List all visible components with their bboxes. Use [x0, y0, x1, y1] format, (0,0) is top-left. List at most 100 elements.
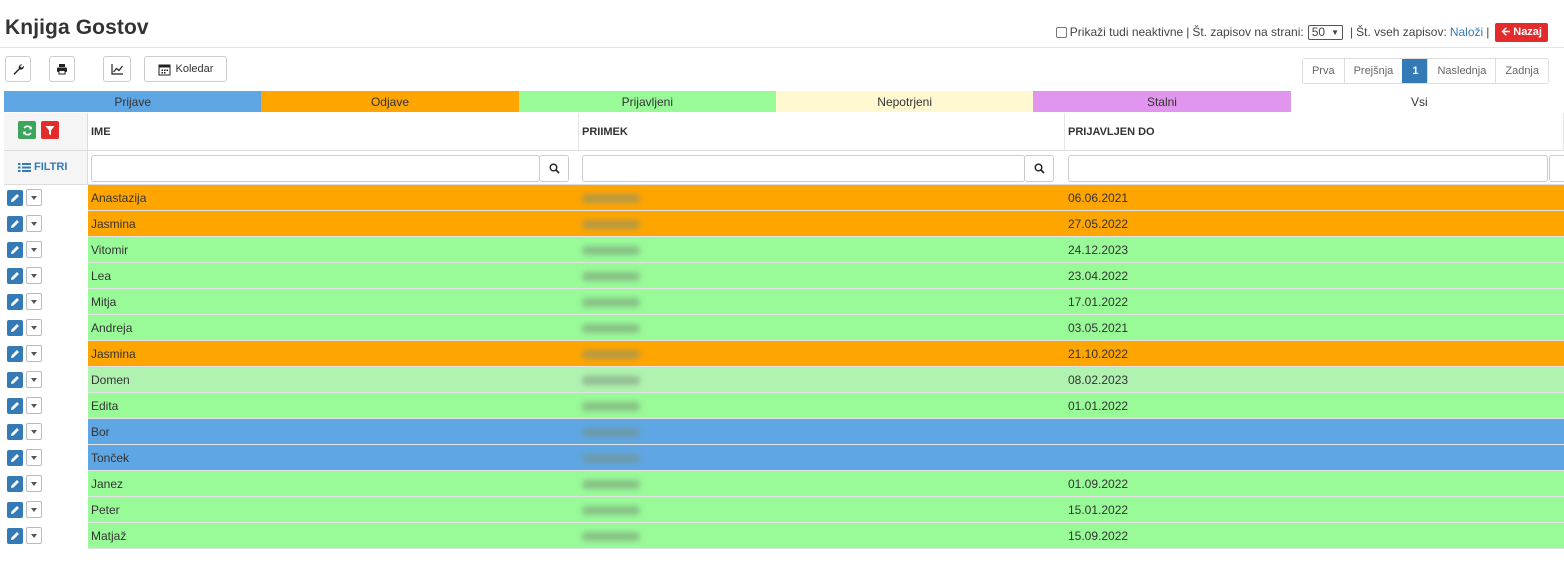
table-row[interactable]: Domen 08.02.2023	[4, 367, 1564, 393]
edit-button[interactable]	[7, 398, 23, 414]
table-body: Anastazija 06.06.2021 Jasmina 27.05.2022 Vit…	[4, 185, 1564, 549]
row-menu-dropdown[interactable]	[26, 423, 42, 440]
load-total-link[interactable]: Naloži	[1450, 25, 1483, 39]
edit-button[interactable]	[7, 190, 23, 206]
per-page-value: 50	[1311, 25, 1326, 39]
row-actions	[4, 263, 88, 289]
caret-down-icon	[31, 481, 37, 486]
edit-button[interactable]	[7, 476, 23, 492]
redacted-surname	[582, 219, 640, 229]
caret-down-icon	[31, 247, 37, 252]
cell-ime: Lea	[91, 269, 112, 283]
cell-priimek	[579, 523, 1065, 549]
row-menu-dropdown[interactable]	[26, 475, 42, 492]
column-header-priimek[interactable]: PRIIMEK	[579, 113, 1065, 150]
row-menu-dropdown[interactable]	[26, 241, 42, 258]
edit-button[interactable]	[7, 502, 23, 518]
page-last[interactable]: Zadnja	[1495, 59, 1548, 83]
table-row[interactable]: Bor	[4, 419, 1564, 445]
status-tab-odjave[interactable]: Odjave	[261, 91, 519, 112]
edit-button[interactable]	[7, 424, 23, 440]
row-menu-dropdown[interactable]	[26, 345, 42, 362]
table-row[interactable]: Lea 23.04.2022	[4, 263, 1564, 289]
edit-button[interactable]	[7, 528, 23, 544]
row-menu-dropdown[interactable]	[26, 371, 42, 388]
edit-button[interactable]	[7, 294, 23, 310]
prijavljen-do-filter-button[interactable]	[1549, 155, 1564, 182]
page-first[interactable]: Prva	[1302, 59, 1344, 83]
list-icon	[18, 162, 31, 172]
row-menu-dropdown[interactable]	[26, 215, 42, 232]
pencil-icon	[11, 246, 19, 254]
table-row[interactable]: Janez 01.09.2022	[4, 471, 1564, 497]
edit-button[interactable]	[7, 372, 23, 388]
row-menu-dropdown[interactable]	[26, 293, 42, 310]
column-header-ime[interactable]: IME	[88, 113, 579, 150]
column-header-prijavljen-do[interactable]: PRIJAVLJEN DO	[1065, 113, 1564, 150]
cell-priimek	[579, 393, 1065, 419]
pencil-icon	[11, 220, 19, 228]
table-row[interactable]: Peter 15.01.2022	[4, 497, 1564, 523]
cell-ime: Janez	[91, 477, 124, 491]
table-row[interactable]: Anastazija 06.06.2021	[4, 185, 1564, 211]
edit-button[interactable]	[7, 242, 23, 258]
table-row[interactable]: Matjaž 15.09.2022	[4, 523, 1564, 549]
clear-filter-button[interactable]	[41, 121, 59, 139]
row-menu-dropdown[interactable]	[26, 267, 42, 284]
table-row[interactable]: Jasmina 27.05.2022	[4, 211, 1564, 237]
prijavljen-do-filter-input[interactable]	[1068, 155, 1548, 182]
edit-button[interactable]	[7, 320, 23, 336]
priimek-filter-input[interactable]	[582, 155, 1025, 182]
filter-row: FILTRI	[4, 151, 1564, 185]
back-button[interactable]: 🡨 Nazaj	[1495, 22, 1548, 42]
row-menu-dropdown[interactable]	[26, 397, 42, 414]
table-row[interactable]: Edita 01.01.2022	[4, 393, 1564, 419]
page-current[interactable]: 1	[1402, 59, 1428, 83]
edit-button[interactable]	[7, 450, 23, 466]
edit-button[interactable]	[7, 216, 23, 232]
row-actions	[4, 367, 88, 393]
separator: |	[1349, 25, 1354, 39]
per-page-select[interactable]: 50 ▼	[1307, 24, 1343, 40]
row-menu-dropdown[interactable]	[26, 189, 42, 206]
cell-priimek	[579, 367, 1065, 393]
settings-button[interactable]	[5, 56, 31, 82]
cell-ime: Andreja	[91, 321, 133, 335]
cell-prijavljen-do: 15.01.2022	[1068, 503, 1129, 517]
page-previous[interactable]: Prejšnja	[1343, 59, 1403, 83]
row-actions	[4, 419, 88, 445]
show-inactive-checkbox[interactable]	[1055, 26, 1067, 38]
status-tab-stalni[interactable]: Stalni	[1033, 91, 1291, 112]
page-next[interactable]: Naslednja	[1427, 59, 1496, 83]
calendar-button[interactable]: Koledar	[144, 56, 227, 82]
filters-toggle[interactable]: FILTRI	[18, 161, 67, 173]
refresh-button[interactable]	[18, 121, 36, 139]
pencil-icon	[11, 298, 19, 306]
cell-prijavljen-do: 01.09.2022	[1068, 477, 1129, 491]
row-menu-dropdown[interactable]	[26, 527, 42, 544]
table-row[interactable]: Vitomir 24.12.2023	[4, 237, 1564, 263]
table-row[interactable]: Tonček	[4, 445, 1564, 471]
status-tab-vsi[interactable]: Vsi	[1290, 91, 1548, 112]
priimek-search-button[interactable]	[1024, 155, 1054, 182]
row-actions	[4, 289, 88, 315]
row-menu-dropdown[interactable]	[26, 449, 42, 466]
refresh-icon	[22, 125, 32, 135]
ime-search-button[interactable]	[539, 155, 569, 182]
status-tab-prijave[interactable]: Prijave	[4, 91, 262, 112]
status-tab-prijavljeni[interactable]: Prijavljeni	[518, 91, 776, 112]
table-row[interactable]: Mitja 17.01.2022	[4, 289, 1564, 315]
print-button[interactable]	[49, 56, 75, 82]
table-row[interactable]: Jasmina 21.10.2022	[4, 341, 1564, 367]
line-chart-icon	[110, 64, 123, 75]
show-inactive-label[interactable]: Prikaži tudi neaktivne	[1070, 25, 1183, 39]
row-menu-dropdown[interactable]	[26, 319, 42, 336]
status-tab-nepotrjeni[interactable]: Nepotrjeni	[775, 91, 1034, 112]
cell-ime: Peter	[91, 503, 120, 517]
ime-filter-input[interactable]	[91, 155, 540, 182]
edit-button[interactable]	[7, 268, 23, 284]
table-row[interactable]: Andreja 03.05.2021	[4, 315, 1564, 341]
row-menu-dropdown[interactable]	[26, 501, 42, 518]
edit-button[interactable]	[7, 346, 23, 362]
statistics-button[interactable]	[103, 56, 131, 82]
